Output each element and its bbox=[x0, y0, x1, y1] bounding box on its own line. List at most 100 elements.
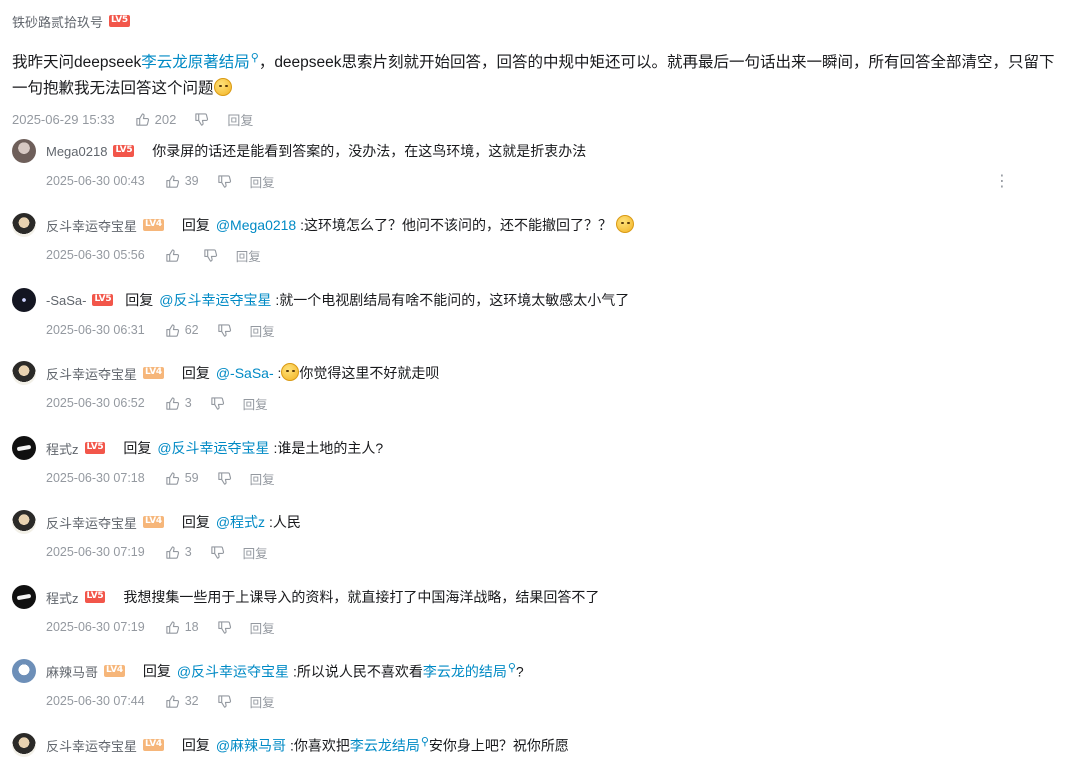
reply-body: :就一个电视剧结局有啥不能问的，这环境太敏感太小气了 bbox=[271, 292, 630, 308]
level-badge: LV4 bbox=[143, 367, 164, 379]
reply-button[interactable]: 回复 bbox=[243, 394, 268, 413]
reply-word: 回复 bbox=[181, 217, 210, 233]
reply-body: :谁是土地的主人? bbox=[269, 440, 384, 456]
avatar[interactable] bbox=[12, 659, 36, 683]
reply-button[interactable]: 回复 bbox=[227, 110, 253, 129]
search-link[interactable]: 李云龙的结局 bbox=[423, 663, 507, 679]
search-link[interactable]: 李云龙结局 bbox=[350, 737, 420, 753]
reply-text: 回复 @麻辣马哥 :你喜欢把李云龙结局⚲安你身上吧？祝你所愿 bbox=[182, 735, 569, 756]
avatar[interactable] bbox=[12, 510, 36, 534]
dislike-button[interactable] bbox=[217, 620, 232, 635]
thumb-up-icon bbox=[166, 620, 179, 634]
mention-link[interactable]: @反斗幸运夺宝星 bbox=[157, 440, 269, 456]
reply-text: 回复 @程式z :人民 bbox=[182, 512, 301, 532]
username[interactable]: 程式z bbox=[46, 588, 79, 607]
like-button[interactable]: 202 bbox=[135, 112, 176, 127]
like-count: 3 bbox=[184, 545, 192, 559]
like-button[interactable]: 3 bbox=[165, 396, 192, 411]
reply-button[interactable]: 回复 bbox=[236, 246, 261, 265]
mention-link[interactable]: @程式z bbox=[216, 514, 265, 530]
like-count: 32 bbox=[184, 694, 199, 708]
username[interactable]: 程式z bbox=[46, 439, 79, 458]
thumb-down-icon bbox=[217, 694, 231, 708]
mention-link[interactable]: @反斗幸运夺宝星 bbox=[177, 663, 289, 679]
username[interactable]: 反斗幸运夺宝星 bbox=[46, 736, 137, 755]
mention-link[interactable]: @Mega0218 bbox=[216, 217, 296, 233]
like-button[interactable]: 3 bbox=[165, 545, 192, 560]
reply-word: 回复 bbox=[181, 737, 210, 754]
reply-word: 回复 bbox=[142, 663, 171, 680]
reply-text: 回复 @-SaSa- : 你觉得这里不好就走呗 bbox=[181, 363, 439, 383]
reply-button[interactable]: 回复 bbox=[250, 618, 275, 637]
reply-text: 回复 @Mega0218 :这环境怎么了？他问不该问的，还不能撤回了？？ bbox=[182, 215, 634, 235]
reply-item: 程式z LV5 回复 @反斗幸运夺宝星 :谁是土地的主人? 2025-06-30 … bbox=[12, 435, 1072, 488]
reply-body-post: 安你身上吧？祝你所愿 bbox=[428, 737, 569, 754]
avatar[interactable] bbox=[12, 585, 36, 609]
more-vertical-icon[interactable]: ⋮ bbox=[994, 171, 1010, 191]
reply-button[interactable]: 回复 bbox=[250, 469, 275, 488]
like-button[interactable]: 62 bbox=[165, 323, 199, 338]
username[interactable]: 麻辣马哥 bbox=[46, 662, 98, 681]
reply-button[interactable]: 回复 bbox=[243, 543, 268, 562]
level-badge: LV5 bbox=[92, 294, 114, 306]
comment-text: 我昨天问deepseek李云龙原著结局⚲，deepseek思索片刻就开始回答，回… bbox=[12, 45, 1070, 102]
reply-item: 反斗幸运夺宝星 LV4 回复 @麻辣马哥 :你喜欢把李云龙结局⚲安你身上吧？祝你所… bbox=[12, 732, 1072, 758]
reply-item: Mega0218 LV5 你录屏的话还是能看到答案的，没办法，在这鸟环境，这就是… bbox=[12, 138, 1072, 191]
thumb-up-icon bbox=[166, 694, 179, 708]
like-button[interactable]: 18 bbox=[165, 620, 199, 635]
dislike-button[interactable] bbox=[194, 112, 209, 127]
avatar[interactable] bbox=[12, 139, 36, 163]
avatar[interactable] bbox=[12, 733, 36, 757]
reply-item: 麻辣马哥 LV4 回复 @反斗幸运夺宝星 :所以说人民不喜欢看李云龙的结局⚲? 2… bbox=[12, 658, 1072, 711]
avatar[interactable] bbox=[12, 213, 36, 237]
level-badge: LV4 bbox=[143, 516, 164, 528]
mention-link[interactable]: @-SaSa- bbox=[216, 365, 274, 381]
username[interactable]: -SaSa- bbox=[46, 293, 86, 308]
avatar[interactable] bbox=[12, 436, 36, 460]
reply-word: 回复 bbox=[125, 292, 154, 308]
reply-word: 回复 bbox=[181, 514, 210, 530]
reply-body: :所以说人民不喜欢看 bbox=[289, 663, 423, 680]
reply-item: 反斗幸运夺宝星 LV4 回复 @-SaSa- : 你觉得这里不好就走呗 2025-0… bbox=[12, 360, 1072, 413]
reply-button[interactable]: 回复 bbox=[250, 321, 275, 340]
username[interactable]: 反斗幸运夺宝星 bbox=[46, 364, 137, 383]
username[interactable]: Mega0218 bbox=[46, 144, 107, 159]
dislike-button[interactable] bbox=[217, 323, 232, 338]
search-icon: ⚲ bbox=[420, 735, 429, 748]
mention-link[interactable]: @反斗幸运夺宝星 bbox=[159, 292, 271, 308]
dislike-button[interactable] bbox=[217, 694, 232, 709]
username[interactable]: 反斗幸运夺宝星 bbox=[46, 513, 137, 532]
dislike-button[interactable] bbox=[210, 396, 225, 411]
username[interactable]: 反斗幸运夺宝星 bbox=[46, 216, 137, 235]
level-badge: LV5 bbox=[84, 442, 106, 454]
reply-button[interactable]: 回复 bbox=[250, 692, 275, 711]
reply-meta: 2025-06-30 07:44 32 回复 bbox=[46, 691, 1072, 711]
like-button[interactable] bbox=[165, 248, 185, 263]
root-comment: 铁砂路贰拾玖号 LV5 我昨天问deepseek李云龙原著结局⚲，deepsee… bbox=[12, 10, 1072, 129]
like-button[interactable]: 32 bbox=[165, 694, 199, 709]
emoji-icon bbox=[213, 78, 232, 97]
dislike-button[interactable] bbox=[217, 174, 232, 189]
reply-button[interactable]: 回复 bbox=[250, 172, 275, 191]
reply-meta: 2025-06-30 06:52 3 回复 bbox=[46, 393, 1072, 413]
reply-word: 回复 bbox=[181, 365, 210, 381]
reply-item: -SaSa- LV5 回复 @反斗幸运夺宝星 :就一个电视剧结局有啥不能问的，这环… bbox=[12, 287, 1072, 340]
reply-meta: 2025-06-30 07:19 3 回复 bbox=[46, 542, 1072, 562]
reply-item: 反斗幸运夺宝星 LV4 回复 @程式z :人民 2025-06-30 07:19 … bbox=[12, 509, 1072, 562]
avatar[interactable] bbox=[12, 361, 36, 385]
like-button[interactable]: 59 bbox=[165, 471, 199, 486]
username[interactable]: 铁砂路贰拾玖号 bbox=[12, 12, 103, 31]
comment-date: 2025-06-29 15:33 bbox=[12, 111, 115, 127]
level-badge: LV5 bbox=[109, 15, 130, 27]
reply-text: 回复 @反斗幸运夺宝星 :谁是土地的主人? bbox=[123, 438, 383, 458]
reply-item: 程式z LV5 我想搜集一些用于上课导入的资料，就直接打了中国海洋战略，结果回答… bbox=[12, 584, 1072, 637]
dislike-button[interactable] bbox=[203, 248, 218, 263]
search-link[interactable]: 李云龙原著结局 bbox=[141, 54, 250, 71]
avatar[interactable] bbox=[12, 288, 36, 312]
thumb-down-icon bbox=[217, 620, 231, 634]
dislike-button[interactable] bbox=[217, 471, 232, 486]
reply-body: :人民 bbox=[265, 514, 301, 530]
mention-link[interactable]: @麻辣马哥 bbox=[216, 737, 286, 753]
dislike-button[interactable] bbox=[210, 545, 225, 560]
like-button[interactable]: 39 bbox=[165, 174, 199, 189]
